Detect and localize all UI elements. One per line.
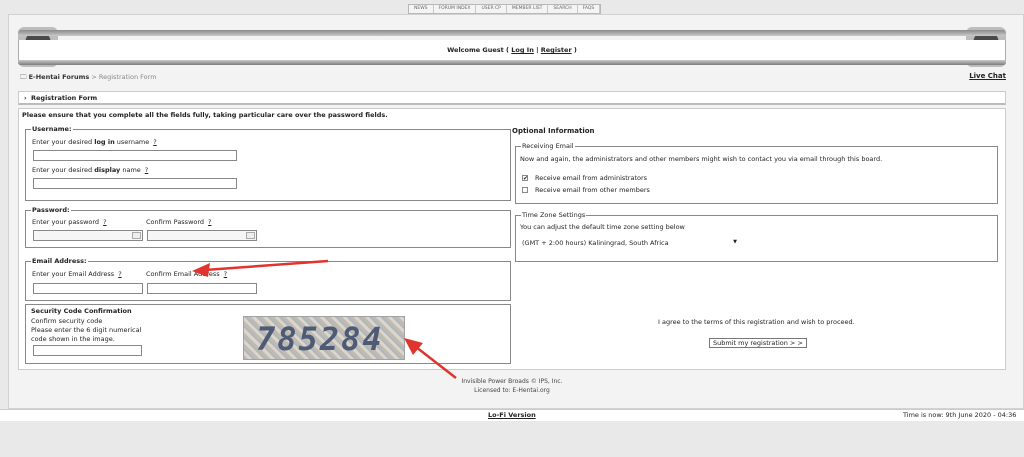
intro-text: Please ensure that you complete all the … [22,111,388,119]
member-email-checkbox[interactable] [522,187,528,193]
login-label-pre: Enter your desired [32,138,95,146]
register-link[interactable]: Register [541,46,572,54]
page: NEWS FORUM INDEX USER CP MEMBER LIST SEA… [0,0,1024,457]
submit-button[interactable]: Submit my registration > > [709,338,807,348]
breadcrumb-current: Registration Form [98,73,157,81]
bullet-icon: › [24,94,27,102]
confirm-email-input[interactable] [147,283,257,294]
email-fieldset: Email Address: [25,257,511,301]
login-name-label: Enter your desired log in username? [32,138,157,146]
security-line3: code shown in the image. [31,335,115,343]
welcome-prefix: Welcome Guest ( [447,46,512,54]
display-name-label: Enter your desired display name? [32,166,148,174]
password-fieldset: Password: [25,206,511,248]
confirm-email-label: Confirm Email Address? [146,270,227,278]
login-name-input[interactable] [33,150,237,161]
help-link[interactable]: ? [224,270,227,278]
security-line1: Confirm security code [31,317,103,325]
nav-search[interactable]: SEARCH [548,5,578,13]
display-label-post: name [120,166,141,174]
username-fieldset: Username: [25,125,511,201]
security-title: Security Code Confirmation [31,307,132,315]
password-label: Enter your password? [32,218,107,226]
username-legend: Username: [32,125,72,133]
confirm-email-label-text: Confirm Email Address [146,270,220,278]
receiving-desc: Now and again, the administrators and ot… [520,155,883,163]
password-input[interactable] [33,230,143,241]
help-link[interactable]: ? [145,166,148,174]
email-legend: Email Address: [32,257,87,265]
login-label-post: username [114,138,150,146]
member-email-label: Receive email from other members [535,186,650,194]
keyboard-icon [246,232,255,239]
email-input[interactable] [33,283,143,294]
breadcrumb: 🗀 E-Hentai Forums > Registration Form [20,73,157,84]
keyboard-icon [132,232,141,239]
password-legend: Password: [32,206,70,214]
timezone-desc: You can adjust the default time zone set… [520,223,685,231]
nav-member-list[interactable]: MEMBER LIST [507,5,549,13]
top-nav: NEWS FORUM INDEX USER CP MEMBER LIST SEA… [408,4,602,14]
display-label-bold: display [94,166,121,174]
nav-news[interactable]: NEWS [409,5,434,13]
live-chat-link[interactable]: Live Chat [969,72,1006,80]
welcome-text: Welcome Guest ( Log In | Register ) [18,40,1006,60]
section-header: › Registration Form [18,91,1006,105]
nav-faqs[interactable]: FAQS [578,5,601,13]
banner-top-bar [18,30,1006,36]
help-link[interactable]: ? [103,218,106,226]
timezone-select[interactable]: (GMT + 2:00 hours) Kaliningrad, South Af… [522,239,737,247]
agree-text: I agree to the terms of this registratio… [658,318,855,326]
login-label-bold: log in [94,138,115,146]
confirm-password-label-text: Confirm Password [146,218,205,226]
chevron-down-icon: ▼ [733,239,737,245]
login-link[interactable]: Log In [511,46,534,54]
timezone-fieldset: Time Zone Settings [515,211,998,262]
email-label: Enter your Email Address? [32,270,122,278]
welcome-banner: Welcome Guest ( Log In | Register ) [18,27,1006,67]
security-code-input[interactable] [33,345,142,356]
email-label-text: Enter your Email Address [32,270,115,278]
security-line2: Please enter the 6 digit numerical [31,326,142,334]
help-link[interactable]: ? [118,270,121,278]
help-link[interactable]: ? [208,218,211,226]
folder-icon: 🗀 [20,73,27,81]
section-title: Registration Form [31,94,98,102]
footer-copyright: Invisible Power Broads © IPS, Inc. [461,378,563,385]
nav-user-cp[interactable]: USER CP [476,5,507,13]
breadcrumb-home[interactable]: E-Hentai Forums [29,73,90,81]
admin-email-checkbox[interactable]: ✔ [522,175,528,182]
admin-email-label: Receive email from administrators [535,174,648,182]
breadcrumb-sep: > [89,73,99,81]
receiving-email-legend: Receiving Email [522,142,574,150]
lofi-link[interactable]: Lo-Fi Version [488,411,536,419]
password-label-text: Enter your password [32,218,100,226]
help-link[interactable]: ? [153,138,156,146]
confirm-password-input[interactable] [147,230,257,241]
receiving-email-fieldset: Receiving Email [515,142,998,204]
current-time: Time is now: 9th June 2020 - 04:36 [903,411,1017,419]
nav-forum-index[interactable]: FORUM INDEX [434,5,477,13]
display-label-pre: Enter your desired [32,166,95,174]
welcome-suffix: ) [571,46,577,54]
footer-license: Licensed to: E-Hentai.org [474,387,550,394]
timezone-value: (GMT + 2:00 hours) Kaliningrad, South Af… [522,239,669,247]
captcha-image: 785284 [243,316,405,360]
timezone-legend: Time Zone Settings [522,211,586,219]
welcome-sep: | [533,46,541,54]
footer: Invisible Power Broads © IPS, Inc. Licen… [0,377,1024,395]
confirm-password-label: Confirm Password? [146,218,212,226]
optional-title: Optional Information [512,127,595,135]
banner-bottom-bar [18,60,1006,65]
display-name-input[interactable] [33,178,237,189]
